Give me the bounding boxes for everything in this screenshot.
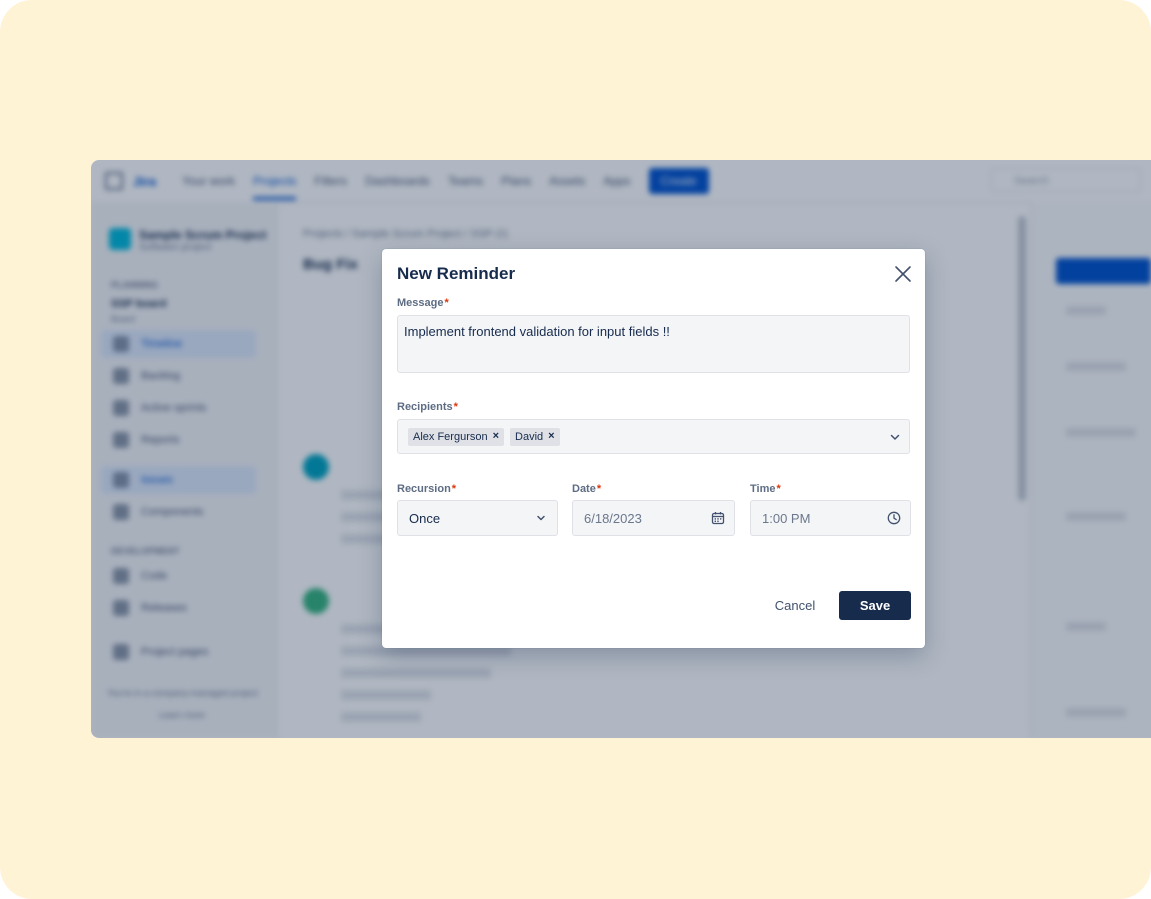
chevron-down-icon — [537, 515, 545, 521]
recipient-chip-label: David — [515, 430, 544, 443]
required-mark: * — [776, 483, 781, 495]
remove-recipient-button[interactable]: × — [548, 431, 554, 442]
chevron-down-icon[interactable] — [889, 431, 901, 443]
date-label: Date* — [572, 483, 602, 495]
recipients-label: Recipients* — [397, 401, 458, 413]
calendar-icon[interactable] — [711, 511, 725, 525]
required-mark: * — [596, 483, 602, 495]
date-value: 6/18/2023 — [584, 510, 642, 526]
time-label: Time* — [750, 483, 781, 495]
recipient-chip-label: Alex Fergurson — [413, 430, 488, 443]
required-mark: * — [453, 401, 458, 413]
cancel-button[interactable]: Cancel — [765, 591, 825, 620]
recipients-select[interactable]: Alex Fergurson × David × — [397, 419, 910, 454]
recursion-select[interactable]: Once — [397, 500, 558, 536]
close-icon — [895, 266, 911, 282]
required-mark: * — [444, 297, 449, 309]
recipient-chip: Alex Fergurson × — [408, 427, 505, 446]
dialog-title: New Reminder — [397, 264, 516, 283]
new-reminder-dialog: New Reminder Message* Recipients* Alex F… — [382, 249, 925, 648]
remove-recipient-button[interactable]: × — [493, 431, 499, 442]
required-mark: * — [451, 483, 457, 495]
time-value: 1:00 PM — [762, 510, 811, 526]
recipient-chip: David × — [510, 427, 560, 446]
time-picker[interactable]: 1:00 PM — [750, 500, 911, 536]
message-field[interactable] — [397, 315, 910, 373]
close-button[interactable] — [893, 264, 913, 284]
page-background: Jira Your work Projects Filters Dashboar… — [0, 0, 1151, 899]
save-button[interactable]: Save — [839, 591, 911, 620]
recursion-value: Once — [409, 510, 441, 526]
message-label: Message* — [397, 297, 449, 309]
date-picker[interactable]: 6/18/2023 — [572, 500, 735, 536]
clock-icon[interactable] — [887, 511, 901, 525]
recursion-label: Recursion* — [397, 483, 457, 495]
